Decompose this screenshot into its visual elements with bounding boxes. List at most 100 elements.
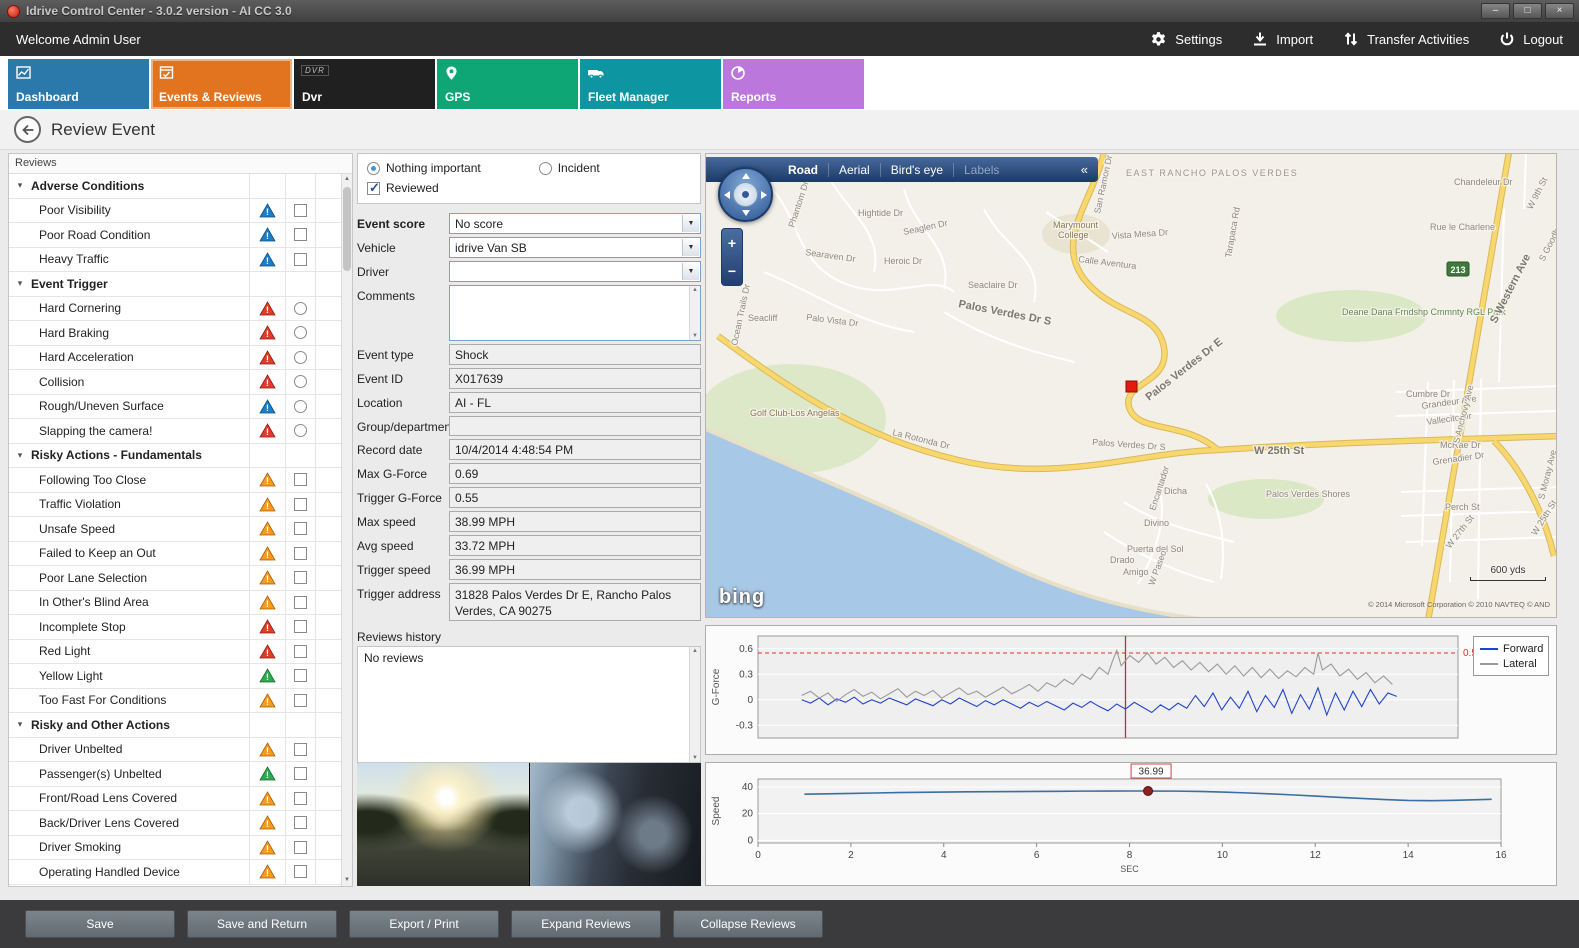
review-item-row[interactable]: Collision!: [9, 370, 341, 395]
review-item-checkbox[interactable]: [294, 743, 307, 756]
review-item-row[interactable]: Front/Road Lens Covered!: [9, 787, 341, 812]
review-item-checkbox[interactable]: [294, 522, 307, 535]
incident-radio[interactable]: [539, 162, 552, 175]
scrollbar-thumb[interactable]: [343, 187, 351, 271]
import-button[interactable]: Import: [1252, 31, 1313, 47]
tab-events-reviews[interactable]: Events & Reviews: [151, 59, 292, 109]
review-item-checkbox[interactable]: [294, 498, 307, 511]
save-and-return-button[interactable]: Save and Return: [187, 910, 337, 938]
review-item-row[interactable]: Poor Lane Selection!: [9, 566, 341, 591]
review-item-radio[interactable]: [294, 351, 307, 364]
logout-button[interactable]: Logout: [1499, 31, 1563, 47]
review-item-checkbox[interactable]: [294, 547, 307, 560]
scroll-down-icon[interactable]: ▼: [342, 875, 352, 886]
dropdown-arrow-icon[interactable]: ▼: [682, 263, 699, 280]
review-item-checkbox[interactable]: [294, 767, 307, 780]
expand-reviews-button[interactable]: Expand Reviews: [511, 910, 661, 938]
review-item-checkbox[interactable]: [294, 694, 307, 707]
tab-reports[interactable]: Reports: [723, 59, 864, 109]
review-item-row[interactable]: Too Fast For Conditions!: [9, 689, 341, 714]
tab-gps[interactable]: GPS: [437, 59, 578, 109]
collapse-arrow-icon[interactable]: ▾: [9, 450, 31, 461]
transfer-activities-button[interactable]: Transfer Activities: [1343, 31, 1469, 47]
settings-button[interactable]: Settings: [1150, 31, 1222, 48]
reviews-scrollbar[interactable]: ▲ ▼: [341, 174, 352, 886]
dropdown-arrow-icon[interactable]: ▼: [682, 215, 699, 232]
review-item-checkbox[interactable]: [294, 645, 307, 658]
review-item-checkbox[interactable]: [294, 792, 307, 805]
scroll-up-icon[interactable]: ▲: [342, 174, 352, 185]
review-item-checkbox[interactable]: [294, 865, 307, 878]
map-compass-control[interactable]: [718, 167, 773, 222]
zoom-out-button[interactable]: −: [728, 264, 736, 278]
map-view-birdseye[interactable]: Bird's eye: [880, 163, 953, 177]
review-item-radio[interactable]: [294, 375, 307, 388]
maximize-button[interactable]: □: [1513, 3, 1542, 19]
review-item-row[interactable]: Yellow Light!: [9, 664, 341, 689]
event-score-select[interactable]: No score▼: [449, 213, 701, 234]
nothing-important-radio[interactable]: [367, 162, 380, 175]
review-item-radio[interactable]: [294, 326, 307, 339]
map-toolbar-collapse-icon[interactable]: «: [1071, 162, 1098, 177]
export-print-button[interactable]: Export / Print: [349, 910, 499, 938]
comments-input[interactable]: ▲▼: [449, 285, 701, 341]
review-item-radio[interactable]: [294, 302, 307, 315]
dropdown-arrow-icon[interactable]: ▼: [682, 239, 699, 256]
tab-dvr[interactable]: DVR Dvr: [294, 59, 435, 109]
review-item-checkbox[interactable]: [294, 473, 307, 486]
review-item-row[interactable]: Red Light!: [9, 640, 341, 665]
review-item-row[interactable]: Slapping the camera!!: [9, 419, 341, 444]
cabin-camera-thumbnail[interactable]: [530, 763, 702, 886]
review-group-row[interactable]: ▾Adverse Conditions: [9, 174, 341, 199]
review-item-checkbox[interactable]: [294, 571, 307, 584]
review-item-row[interactable]: Unsafe Speed!: [9, 517, 341, 542]
map-viewport[interactable]: EAST RANCHO PALOS VERDESMarymountCollege…: [705, 153, 1557, 618]
tab-fleet-manager[interactable]: Fleet Manager: [580, 59, 721, 109]
pan-north-icon[interactable]: [742, 173, 750, 179]
collapse-reviews-button[interactable]: Collapse Reviews: [673, 910, 823, 938]
review-item-checkbox[interactable]: [294, 816, 307, 829]
review-item-checkbox[interactable]: [294, 669, 307, 682]
forward-camera-thumbnail[interactable]: [357, 763, 529, 886]
review-item-row[interactable]: Driver Smoking!: [9, 836, 341, 861]
reviews-history-scrollbar[interactable]: ▲▼: [689, 647, 700, 762]
driver-select[interactable]: ▼: [449, 261, 701, 282]
collapse-arrow-icon[interactable]: ▾: [9, 278, 31, 289]
review-group-row[interactable]: ▾Event Trigger: [9, 272, 341, 297]
zoom-in-button[interactable]: +: [728, 236, 736, 250]
review-item-row[interactable]: In Other's Blind Area!: [9, 591, 341, 616]
review-item-row[interactable]: Hard Braking!: [9, 321, 341, 346]
pan-south-icon[interactable]: [742, 210, 750, 216]
review-item-checkbox[interactable]: [294, 596, 307, 609]
tab-dashboard[interactable]: Dashboard: [8, 59, 149, 109]
review-item-row[interactable]: Poor Visibility!: [9, 199, 341, 224]
review-item-row[interactable]: Passenger(s) Unbelted!: [9, 762, 341, 787]
save-button[interactable]: Save: [25, 910, 175, 938]
pan-west-icon[interactable]: [724, 191, 730, 199]
review-item-checkbox[interactable]: [294, 253, 307, 266]
collapse-arrow-icon[interactable]: ▾: [9, 719, 31, 730]
minimize-button[interactable]: –: [1481, 3, 1510, 19]
review-item-row[interactable]: Heavy Traffic!: [9, 248, 341, 273]
review-item-checkbox[interactable]: [294, 620, 307, 633]
map-view-road[interactable]: Road: [778, 163, 828, 177]
review-item-checkbox[interactable]: [294, 228, 307, 241]
review-group-row[interactable]: ▾Risky Actions - Fundamentals: [9, 444, 341, 469]
review-item-checkbox[interactable]: [294, 841, 307, 854]
back-button[interactable]: [14, 116, 41, 143]
vehicle-select[interactable]: idrive Van SB▼: [449, 237, 701, 258]
map-view-aerial[interactable]: Aerial: [828, 163, 880, 177]
review-item-row[interactable]: Incomplete Stop!: [9, 615, 341, 640]
comments-scrollbar[interactable]: ▲▼: [689, 286, 700, 340]
close-button[interactable]: ×: [1545, 3, 1574, 19]
review-group-row[interactable]: ▾Risky and Other Actions: [9, 713, 341, 738]
review-item-row[interactable]: Back/Driver Lens Covered!: [9, 811, 341, 836]
review-item-row[interactable]: Failed to Keep an Out!: [9, 542, 341, 567]
map-view-labels[interactable]: Labels: [953, 163, 1009, 177]
review-item-row[interactable]: Hard Cornering!: [9, 297, 341, 322]
reviewed-checkbox[interactable]: [367, 182, 380, 195]
review-item-radio[interactable]: [294, 400, 307, 413]
collapse-arrow-icon[interactable]: ▾: [9, 180, 31, 191]
review-item-row[interactable]: Driver Unbelted!: [9, 738, 341, 763]
review-item-row[interactable]: Hard Acceleration!: [9, 346, 341, 371]
